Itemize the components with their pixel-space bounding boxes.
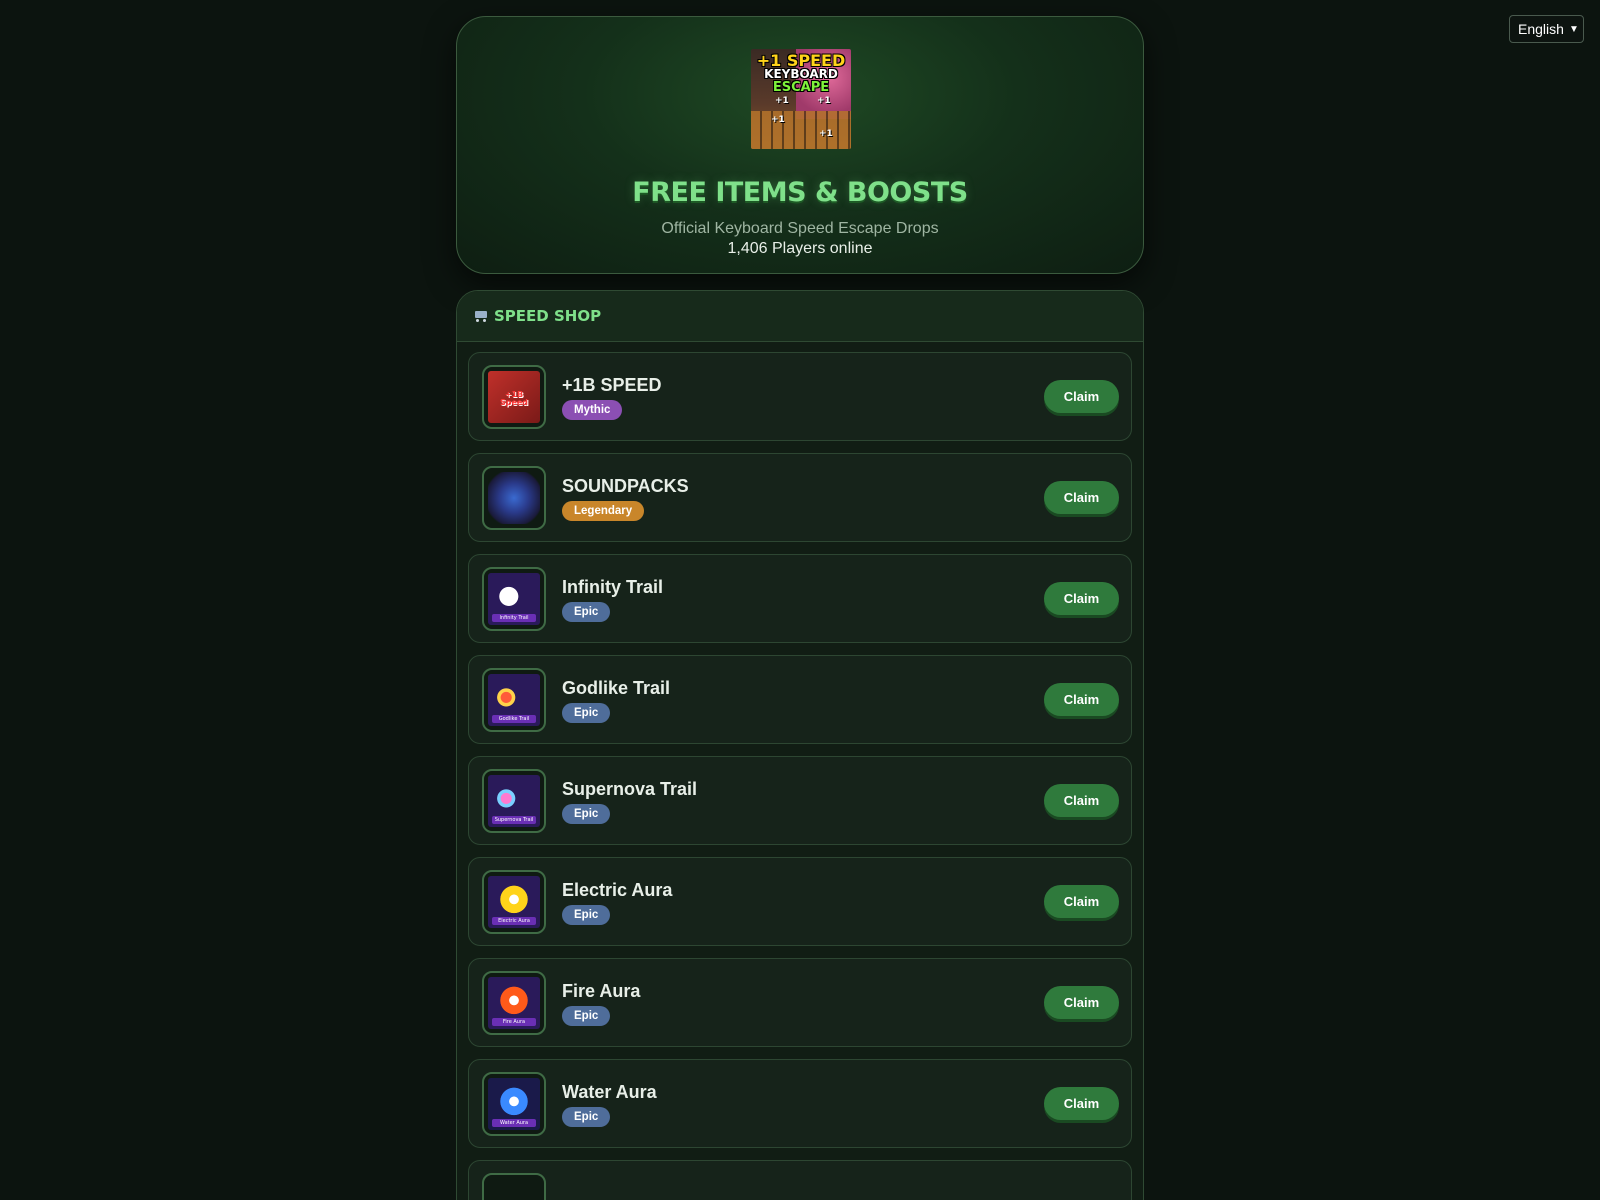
item-name: Electric Aura (562, 880, 673, 900)
rarity-badge: Epic (562, 1006, 611, 1026)
item-icon-label: Electric Aura (492, 917, 536, 925)
godlike-trail-icon: Godlike Trail (488, 674, 540, 726)
soundpacks-orb-icon (488, 472, 540, 524)
shop-item: Infinity Trail Infinity Trail Epic Claim (468, 554, 1132, 643)
item-icon-frame: Water Aura (482, 1072, 546, 1136)
item-icon-label: Infinity Trail (492, 614, 536, 622)
header-card: +1 SPEED KEYBOARD ESCAPE +1 +1 +1 +1 FRE… (456, 16, 1144, 274)
electric-aura-icon: Electric Aura (488, 876, 540, 928)
water-aura-icon: Water Aura (488, 1078, 540, 1130)
red-shoe-speed-icon: +1B Speed (488, 371, 540, 423)
item-name: Water Aura (562, 1082, 657, 1102)
rarity-badge: Epic (562, 703, 611, 723)
item-icon-label: +1B Speed (499, 390, 529, 407)
item-icon-frame: Supernova Trail (482, 769, 546, 833)
item-icon-frame: Electric Aura (482, 870, 546, 934)
item-icon-label: Supernova Trail (492, 816, 536, 824)
players-online: 1,406 Players online (727, 240, 873, 257)
item-icon-frame (482, 1173, 546, 1200)
rarity-badge: Epic (562, 804, 611, 824)
claim-button[interactable]: Claim (1044, 1087, 1119, 1120)
shop-header: SPEED SHOP (457, 291, 1143, 342)
shop-item: +1B Speed +1B SPEED Mythic Claim (468, 352, 1132, 441)
item-icon-frame: Fire Aura (482, 971, 546, 1035)
item-icon-label: Godlike Trail (492, 715, 536, 723)
shop-item: Fire Aura Fire Aura Epic Claim (468, 958, 1132, 1047)
page-title: FREE ITEMS & BOOSTS (632, 177, 968, 208)
rarity-badge: Mythic (562, 400, 623, 420)
thumbnail-plus-one: +1 (771, 115, 785, 125)
shop-item (468, 1160, 1132, 1200)
item-name: Godlike Trail (562, 678, 671, 698)
item-name: +1B SPEED (562, 375, 662, 395)
claim-button[interactable]: Claim (1044, 380, 1119, 413)
shop-item: Electric Aura Electric Aura Epic Claim (468, 857, 1132, 946)
fire-aura-icon: Fire Aura (488, 977, 540, 1029)
rarity-badge: Epic (562, 1107, 611, 1127)
shop-item: Water Aura Water Aura Epic Claim (468, 1059, 1132, 1148)
language-select-value: English (1518, 21, 1564, 37)
thumbnail-plus-one: +1 (819, 129, 833, 139)
cart-icon (473, 309, 489, 323)
item-icon-label: Fire Aura (492, 1018, 536, 1026)
thumbnail-plus-one: +1 (775, 96, 789, 106)
item-icon-label: Water Aura (492, 1119, 536, 1127)
shop-item: SOUNDPACKS Legendary Claim (468, 453, 1132, 542)
item-icon-frame: Infinity Trail (482, 567, 546, 631)
thumbnail-line-2: KEYBOARD (764, 67, 838, 81)
thumbnail-line-3: ESCAPE (772, 80, 830, 95)
item-name: Fire Aura (562, 981, 641, 1001)
shop-title: SPEED SHOP (494, 307, 602, 325)
shop-item: Supernova Trail Supernova Trail Epic Claim (468, 756, 1132, 845)
item-icon-frame: Godlike Trail (482, 668, 546, 732)
claim-button[interactable]: Claim (1044, 885, 1119, 918)
claim-button[interactable]: Claim (1044, 683, 1119, 716)
item-name: SOUNDPACKS (562, 476, 689, 496)
item-name: Infinity Trail (562, 577, 664, 597)
item-name: Supernova Trail (562, 779, 698, 799)
infinity-trail-icon: Infinity Trail (488, 573, 540, 625)
claim-button[interactable]: Claim (1044, 582, 1119, 615)
claim-button[interactable]: Claim (1044, 784, 1119, 817)
rarity-badge: Epic (562, 905, 611, 925)
item-icon-frame (482, 466, 546, 530)
chevron-down-icon: ▼ (1569, 23, 1579, 35)
language-select[interactable]: English ▼ (1509, 15, 1584, 43)
shop-item: Godlike Trail Godlike Trail Epic Claim (468, 655, 1132, 744)
game-thumbnail: +1 SPEED KEYBOARD ESCAPE +1 +1 +1 +1 (751, 49, 851, 149)
item-icon-frame: +1B Speed (482, 365, 546, 429)
claim-button[interactable]: Claim (1044, 986, 1119, 1019)
supernova-trail-icon: Supernova Trail (488, 775, 540, 827)
rarity-badge: Epic (562, 602, 611, 622)
page-subtitle: Official Keyboard Speed Escape Drops (661, 220, 939, 237)
speed-shop-panel: SPEED SHOP +1B Speed +1B SPEED Mythic Claim… (456, 290, 1144, 1200)
rarity-badge: Legendary (562, 501, 645, 521)
claim-button[interactable]: Claim (1044, 481, 1119, 514)
thumbnail-plus-one: +1 (817, 96, 831, 106)
